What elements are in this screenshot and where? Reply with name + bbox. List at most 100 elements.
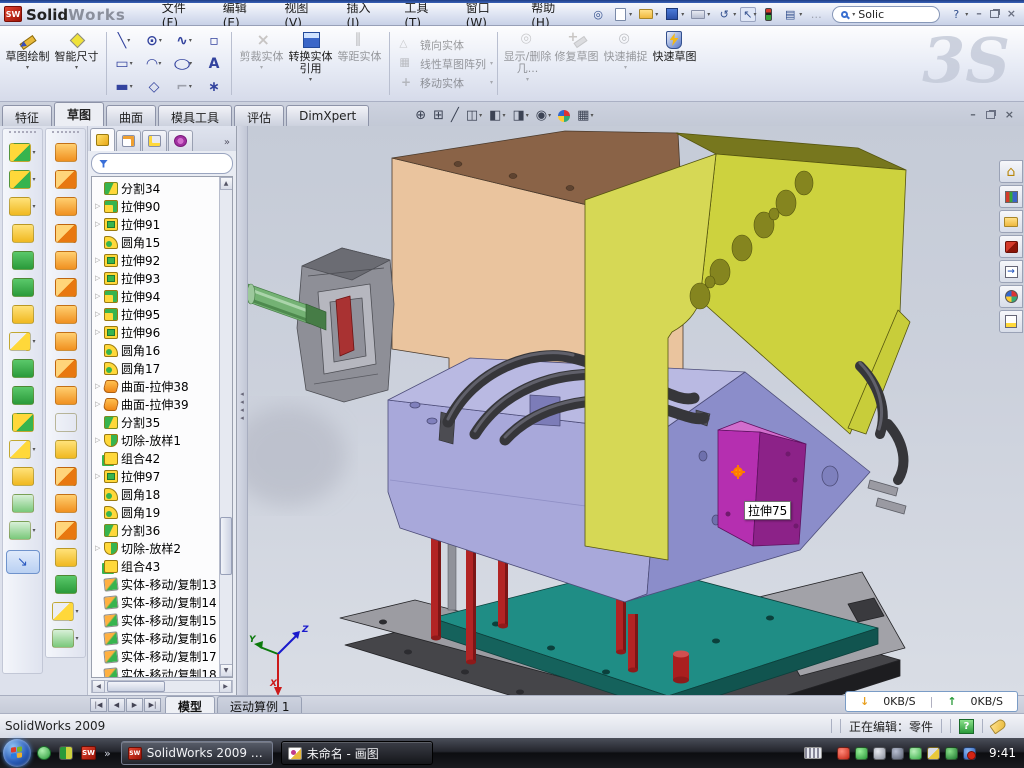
toolbar-button[interactable]: 修复草图 ▾ (552, 28, 601, 99)
toolbar-button[interactable]: 智能尺寸 ▾ (52, 28, 101, 99)
feature-tree-item[interactable]: ▷ 分割35 (92, 413, 219, 431)
feature-tree-item[interactable]: ▷ 实体-移动/复制17 (92, 647, 219, 665)
sketch-entity-button[interactable]: ▭ ▾ (109, 52, 139, 75)
feature-tree-item[interactable]: ▷ 曲面-拉伸39 (92, 395, 219, 413)
rebuild-button[interactable] (758, 6, 778, 23)
dropdown-caret[interactable]: ▾ (629, 11, 632, 18)
dropdown-caret[interactable]: ▾ (753, 11, 756, 18)
feature-tree-item[interactable]: ▷ 实体-移动/复制18 (92, 665, 219, 678)
expand-arrow-icon[interactable]: ▷ (95, 544, 103, 552)
feature-tree-item[interactable]: ▷ 曲面-拉伸38 (92, 377, 219, 395)
dropdown-caret[interactable]: ▾ (548, 112, 551, 119)
dropdown-caret[interactable]: ▾ (75, 608, 78, 615)
surface-tool-button[interactable]: ▾ (46, 598, 85, 625)
dropdown-caret[interactable]: ▾ (965, 11, 968, 18)
splitter-collapse-arrows[interactable]: ◂◂◂◂ (240, 390, 244, 422)
feature-tool-button[interactable]: ▾ (3, 436, 42, 463)
expand-arrow-icon[interactable]: ▷ (95, 328, 103, 336)
feature-tree-item[interactable]: ▷ 圆角17 (92, 359, 219, 377)
feature-tree-item[interactable]: ▷ 实体-移动/复制15 (92, 611, 219, 629)
taskbar-window-button[interactable]: 未命名 - 画图 (281, 741, 433, 765)
sketch-entity-button[interactable]: ⌐ ▾ (169, 75, 199, 98)
feature-tool-button[interactable]: ▾ (3, 247, 42, 274)
featuremanager-tab[interactable] (142, 130, 167, 151)
dropdown-caret[interactable]: ▾ (75, 64, 78, 71)
feature-tree-item[interactable]: ▷ 切除-放样2 (92, 539, 219, 557)
featuremanager-tab[interactable] (168, 130, 193, 151)
feature-tree-item[interactable]: ▷ 圆角16 (92, 341, 219, 359)
magenta-insert-part[interactable] (718, 421, 806, 546)
dropdown-caret[interactable]: ▾ (127, 37, 130, 44)
scrollbar-thumb[interactable] (107, 681, 165, 692)
feature-tree-item[interactable]: ▷ 拉伸97 (92, 467, 219, 485)
start-button[interactable] (3, 739, 31, 767)
sketch-entity-button[interactable]: ▬ ▾ (109, 75, 139, 98)
feature-tool-button[interactable]: ▾ (3, 166, 42, 193)
close-button[interactable]: × (1007, 7, 1016, 20)
expand-arrow-icon[interactable]: ▷ (95, 382, 103, 390)
commandmanager-tab[interactable]: 曲面 (106, 105, 156, 126)
feature-tool-button[interactable]: ▾ (3, 463, 42, 490)
last-tab-button[interactable]: ▶| (144, 698, 161, 712)
open-button[interactable]: ▾ (636, 6, 660, 23)
keyboard-layout-icon[interactable] (804, 747, 822, 759)
toolbar-button[interactable]: 快速捕捉 ▾ (601, 28, 650, 99)
view-tool-button[interactable]: ▦ ▾ (577, 108, 593, 123)
dropdown-caret[interactable]: ▾ (189, 37, 192, 44)
overflow-button[interactable]: … (806, 6, 826, 23)
expand-arrow-icon[interactable]: ▷ (95, 472, 103, 480)
tree-filter-input[interactable] (91, 153, 233, 174)
feature-tool-button[interactable]: ▾ (3, 328, 42, 355)
feature-tree-item[interactable]: ▷ 拉伸91 (92, 215, 219, 233)
task-pane-tab[interactable] (999, 185, 1023, 208)
select-button[interactable]: ↖▾ (740, 7, 756, 22)
dropdown-caret[interactable]: ▾ (130, 83, 133, 90)
surface-tool-button[interactable]: ▾ (46, 247, 85, 274)
surface-tool-button[interactable]: ▾ (46, 139, 85, 166)
minimize-button[interactable]: – (976, 7, 982, 20)
feature-tree-item[interactable]: ▷ 实体-移动/复制16 (92, 629, 219, 647)
panel-splitter[interactable]: ◂◂◂◂ (237, 126, 248, 695)
commandmanager-tab[interactable]: 特征 (2, 105, 52, 126)
toolbar-button[interactable]: 显示/删除几... ▾ (503, 28, 552, 99)
dropdown-caret[interactable]: ▾ (32, 527, 35, 534)
feature-tool-button[interactable]: ▾ (3, 517, 42, 544)
surface-tool-button[interactable]: ▾ (46, 274, 85, 301)
sketch-entity-button[interactable]: ╲ ▾ (109, 29, 139, 52)
feature-tool-button[interactable]: ▾ (3, 490, 42, 517)
feature-tree-item[interactable]: ▷ 圆角19 (92, 503, 219, 521)
sketch-entity-button[interactable]: ○ ▾ (169, 52, 199, 75)
dropdown-caret[interactable]: ▾ (26, 64, 29, 71)
search-box[interactable]: ▾ Solic (832, 6, 940, 23)
tray-utility-icon[interactable] (909, 747, 922, 760)
toolbar-grip[interactable] (9, 131, 36, 137)
dropdown-caret[interactable]: ▾ (309, 76, 312, 83)
expand-arrow-icon[interactable]: ▷ (95, 436, 103, 444)
feature-tree-item[interactable]: ▷ 组合43 (92, 557, 219, 575)
surface-tool-button[interactable]: ▾ (46, 544, 85, 571)
dropdown-caret[interactable]: ▾ (32, 446, 35, 453)
view-tool-button[interactable]: ⊞ ▾ (433, 108, 444, 123)
scrollbar-thumb[interactable] (220, 517, 232, 575)
surface-tool-button[interactable]: ▾ (46, 193, 85, 220)
feature-tool-button[interactable]: ▾ (3, 220, 42, 247)
feature-tree-item[interactable]: ▷ 拉伸90 (92, 197, 219, 215)
view-tool-button[interactable]: ◉ ▾ (536, 108, 551, 123)
dropdown-caret[interactable]: ▾ (681, 11, 684, 18)
feature-tree-item[interactable]: ▷ 拉伸96 (92, 323, 219, 341)
options-button[interactable]: ▤▾ (780, 6, 804, 23)
dropdown-caret[interactable]: ▾ (32, 338, 35, 345)
sketch-entity-button[interactable]: ▫ ▾ (199, 29, 229, 52)
scroll-right-button[interactable]: ▶ (219, 680, 232, 693)
expand-arrow-icon[interactable]: ▷ (95, 256, 103, 264)
featuremanager-tab[interactable] (90, 128, 115, 151)
dropdown-caret[interactable]: ▾ (479, 112, 482, 119)
dropdown-caret[interactable]: ▾ (260, 64, 263, 71)
search-dropdown-caret[interactable]: ▾ (852, 11, 855, 18)
feature-tree-item[interactable]: ▷ 拉伸95 (92, 305, 219, 323)
featuremanager-tab[interactable] (116, 130, 141, 151)
surface-tool-button[interactable]: ▾ (46, 382, 85, 409)
dropdown-caret[interactable]: ▾ (590, 112, 593, 119)
tree-horizontal-scrollbar[interactable]: ◀ ▶ (91, 680, 233, 693)
tray-sync-icon[interactable] (963, 747, 976, 760)
